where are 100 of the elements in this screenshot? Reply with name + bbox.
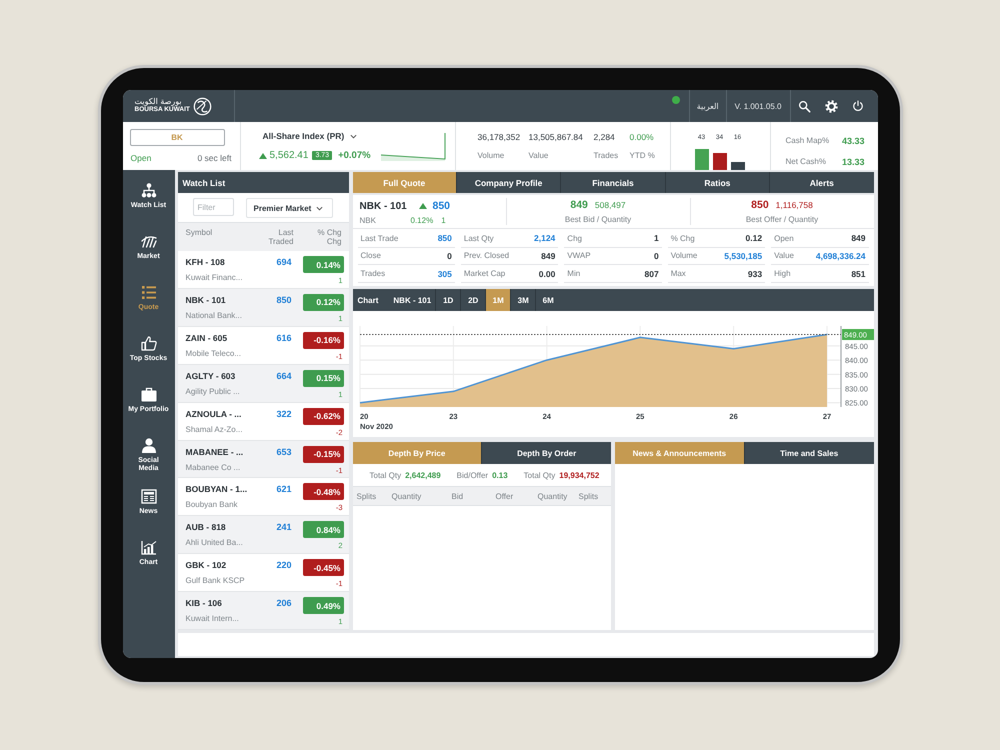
quote-tab[interactable]: Alerts bbox=[770, 172, 874, 193]
company-name: National Bank... bbox=[186, 310, 243, 320]
market-stat-value: 36,178,352 bbox=[478, 132, 522, 142]
column-header: Symbol bbox=[186, 229, 214, 239]
quote-last-price: 850 bbox=[432, 200, 450, 212]
column-header: Chg bbox=[326, 238, 342, 247]
column-header: % Chg bbox=[317, 229, 342, 238]
column-header: Quantity bbox=[392, 492, 422, 500]
person-icon bbox=[140, 438, 156, 453]
last-price: 694 bbox=[275, 256, 292, 267]
company-name: Ahli United Ba... bbox=[186, 538, 244, 548]
best-offer-price: 850 bbox=[751, 199, 769, 211]
symbol-text: NBK - 101 bbox=[186, 294, 227, 305]
slanted-strokes-icon bbox=[140, 234, 156, 249]
chevron-down-icon bbox=[316, 206, 322, 210]
symbol-text: MABANEE - ... bbox=[186, 446, 244, 457]
quote-stat-label: High bbox=[774, 269, 791, 278]
company-name: Kuwait Financ... bbox=[186, 273, 244, 282]
last-price: 206 bbox=[275, 597, 292, 608]
total-value: 0.13 bbox=[492, 470, 508, 480]
change-badge: -0.16% bbox=[302, 332, 344, 349]
company-name: Gulf Bank KSCP bbox=[186, 576, 246, 586]
quote-stat-value: 0.00 bbox=[538, 268, 556, 279]
best-bid-label: Best Bid / Quantity bbox=[564, 215, 632, 224]
quote-stat-label: Close bbox=[360, 251, 381, 260]
company-name: Shamal Az-Zo... bbox=[186, 424, 244, 434]
column-header: Bid bbox=[452, 492, 464, 500]
market-status: Open bbox=[130, 153, 152, 163]
market-stat-label: YTD % bbox=[630, 151, 656, 160]
total-label: Total Qty bbox=[370, 470, 402, 480]
symbol-text: AZNOULA - ... bbox=[186, 408, 242, 419]
swirl-circle-icon bbox=[192, 96, 212, 116]
quote-stat-label: Last Trade bbox=[360, 234, 398, 243]
column-header: Splits bbox=[356, 492, 378, 500]
quote-tab[interactable]: Financials bbox=[561, 172, 666, 193]
change-badge: 0.12% bbox=[302, 294, 344, 311]
quote-stat-value: 849 bbox=[851, 233, 866, 244]
bar-chart-icon bbox=[140, 540, 156, 555]
quote-stat-value: 2,124 bbox=[534, 233, 556, 244]
change-badge: 0.49% bbox=[302, 597, 344, 614]
column-header: Offer bbox=[496, 492, 514, 500]
chevron-down-icon bbox=[350, 134, 358, 138]
quote-stat-value: 0.12 bbox=[746, 233, 762, 244]
change-badge: 0.15% bbox=[302, 370, 344, 387]
quote-stat-value: 0 bbox=[654, 250, 659, 261]
quote-symbol: NBK - 101 bbox=[360, 200, 408, 212]
market-stat-value: 2,284 bbox=[594, 132, 616, 142]
company-name: Boubyan Bank bbox=[186, 500, 239, 510]
power-icon[interactable] bbox=[852, 100, 864, 112]
index-selector[interactable]: All-Share Index (PR) bbox=[258, 131, 358, 141]
cash-value: 13.33 bbox=[842, 156, 864, 166]
quote-stat-value: 933 bbox=[748, 268, 762, 279]
settings-icon[interactable] bbox=[824, 100, 838, 112]
last-price: 322 bbox=[275, 408, 292, 419]
list-icon bbox=[140, 285, 156, 300]
quote-short-name: NBK bbox=[360, 216, 377, 225]
last-price: 664 bbox=[275, 370, 292, 381]
quote-stat-label: Min bbox=[567, 269, 580, 278]
last-price: 220 bbox=[275, 559, 292, 570]
quote-stat-label: Volume bbox=[670, 251, 698, 260]
quote-tab[interactable]: Ratios bbox=[666, 172, 770, 193]
symbol-text: AUB - 818 bbox=[186, 522, 227, 532]
quote-stat-value: 850 bbox=[438, 233, 452, 244]
panel-title: Watch List bbox=[182, 178, 226, 188]
quote-stat-label: Max bbox=[670, 269, 686, 278]
quote-tab[interactable]: Company Profile bbox=[456, 172, 562, 193]
quote-stat-label: VWAP bbox=[567, 251, 591, 260]
company-name: Mabanee Co ... bbox=[186, 462, 242, 472]
symbol-text: BOUBYAN - 1... bbox=[186, 484, 248, 494]
logo-arabic-text: بورصة الكويت bbox=[134, 98, 182, 106]
chart-title: Chart bbox=[356, 294, 380, 306]
total-value: 2,642,489 bbox=[405, 470, 441, 480]
quote-stat-label: Market Cap bbox=[464, 269, 506, 278]
symbol-text: KIB - 106 bbox=[186, 598, 223, 608]
quote-change-percent: 0.12% bbox=[410, 216, 434, 225]
quote-stat-value: 851 bbox=[851, 268, 866, 279]
company-name: Agility Public ... bbox=[186, 386, 241, 396]
quote-stat-label: Prev. Closed bbox=[464, 251, 510, 260]
change-badge: 0.84% bbox=[302, 521, 344, 538]
total-value: 19,934,752 bbox=[559, 470, 600, 480]
change-badge: -0.15% bbox=[302, 446, 344, 463]
quote-stat-value: 1 bbox=[654, 233, 659, 244]
news-tab[interactable]: Time and Sales bbox=[744, 442, 874, 464]
depth-tab[interactable]: Depth By Order bbox=[482, 442, 611, 464]
last-price: 621 bbox=[275, 483, 292, 494]
cash-label: Cash Map% bbox=[786, 136, 830, 145]
change-badge: -0.48% bbox=[302, 483, 344, 500]
quote-stat-label: Chg bbox=[567, 234, 582, 243]
column-header: Splits bbox=[578, 492, 600, 500]
quote-stat-value: 305 bbox=[438, 268, 452, 279]
symbol-text: ZAIN - 605 bbox=[186, 332, 228, 343]
best-offer-label: Best Offer / Quantity bbox=[746, 215, 818, 224]
quote-change: 1 bbox=[441, 216, 446, 225]
market-dropdown[interactable]: Premier Market bbox=[246, 198, 332, 218]
quote-stat-value: 807 bbox=[644, 268, 659, 279]
company-name: Kuwait Intern... bbox=[186, 614, 240, 624]
quote-stat-label: Open bbox=[774, 234, 794, 243]
search-icon[interactable] bbox=[798, 100, 810, 112]
thumbs-up-icon bbox=[140, 336, 156, 351]
filter-input[interactable]: Filter bbox=[192, 198, 234, 216]
